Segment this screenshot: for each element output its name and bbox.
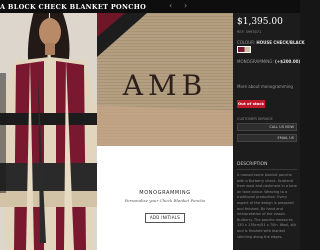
colour-swatch[interactable] — [237, 46, 251, 53]
colour-label: COLOUR: HOUSE CHECK/BLACK — [237, 40, 305, 45]
monogramming-caption: Personalise your Check Blanket Poncho — [124, 198, 206, 203]
description-divider — [237, 169, 297, 170]
product-image-model — [0, 13, 97, 250]
monogramming-price: (+$200.00) — [275, 59, 301, 64]
monogramming-title: MONOGRAMMING — [139, 190, 191, 196]
product-ref: REF: 3993071 — [237, 30, 262, 34]
description-text: A monochrome blanket poncho with a Burbe… — [237, 173, 297, 239]
monogram-photo: AMB — [97, 13, 233, 146]
email-us-button[interactable]: EMAIL US — [237, 134, 297, 142]
monogramming-option[interactable]: MONOGRAMMING: (+$200.00) — [237, 59, 300, 64]
model-photo — [0, 13, 97, 250]
page-title: A BLOCK CHECK BLANKET PONCHO — [0, 3, 147, 11]
product-image-monogram: AMB — [97, 13, 233, 146]
add-initials-button[interactable]: ADD INITIALS — [145, 213, 185, 223]
call-us-button[interactable]: CALL US NOW — [237, 123, 297, 131]
chevron-right-icon[interactable]: › — [184, 1, 187, 10]
description-heading: DESCRIPTION — [237, 162, 268, 167]
chevron-left-icon[interactable]: ‹ — [169, 1, 172, 10]
colour-value: HOUSE CHECK/BLACK — [256, 40, 305, 45]
out-of-stock-badge: Out of stock — [237, 100, 265, 108]
more-about-monogramming-link[interactable]: More about monogramming — [237, 84, 293, 89]
product-price: $1,395.00 — [237, 17, 283, 27]
monogram-text: AMB — [122, 69, 207, 102]
customer-service-label: CUSTOMER SERVICE — [237, 117, 273, 121]
